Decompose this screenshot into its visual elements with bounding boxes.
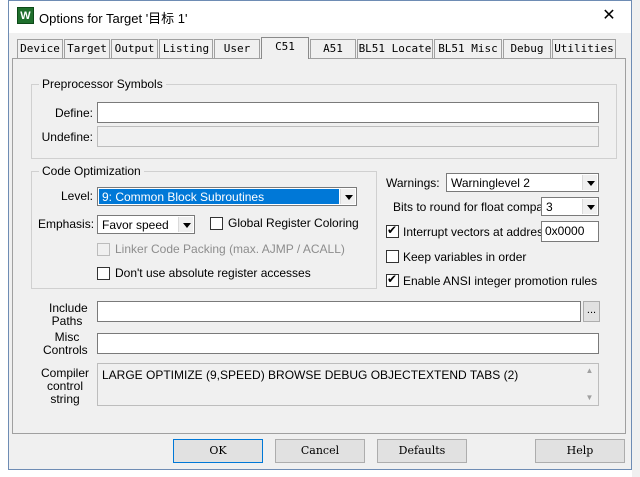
ansi-promotion-label: Enable ANSI integer promotion rules xyxy=(403,274,598,288)
tab-utilities[interactable]: Utilities xyxy=(552,39,616,58)
global-register-checkbox[interactable] xyxy=(210,217,223,230)
tab-bl51-locate[interactable]: BL51 Locate xyxy=(357,39,433,58)
tab-strip: Device Target Output Listing User C51 A5… xyxy=(9,37,631,59)
compiler-scrollbar[interactable]: ▲ ▼ xyxy=(582,365,597,404)
compiler-label-line1: Compiler xyxy=(41,366,90,380)
options-dialog: W Options for Target '目标 1' ✕ Device Tar… xyxy=(8,0,632,470)
interrupt-vectors-checkbox[interactable] xyxy=(386,223,399,238)
define-input[interactable] xyxy=(97,102,599,123)
warnings-value: Warninglevel 2 xyxy=(451,176,530,190)
scroll-down-icon[interactable]: ▼ xyxy=(582,392,597,404)
emphasis-select[interactable]: Favor speed xyxy=(97,215,195,234)
warnings-label: Warnings: xyxy=(386,176,440,190)
ok-button[interactable]: OK xyxy=(173,439,263,463)
tab-listing[interactable]: Listing xyxy=(159,39,213,58)
cancel-button[interactable]: Cancel xyxy=(275,439,365,463)
linker-packing-label: Linker Code Packing (max. AJMP / ACALL) xyxy=(115,242,345,256)
warnings-select[interactable]: Warninglevel 2 xyxy=(446,173,599,192)
tab-user[interactable]: User xyxy=(214,39,260,58)
ansi-promotion-checkbox[interactable] xyxy=(386,272,399,287)
include-label-line2: Paths xyxy=(51,314,83,328)
emphasis-label: Emphasis: xyxy=(38,217,95,231)
background-editor-left xyxy=(0,0,8,477)
chevron-down-icon[interactable] xyxy=(582,199,597,214)
no-absolute-register-label: Don't use absolute register accesses xyxy=(115,266,311,280)
level-value: 9: Common Block Subroutines xyxy=(99,189,339,204)
bits-round-select[interactable]: 3 xyxy=(541,197,599,216)
bits-round-label: Bits to round for float compare: xyxy=(393,200,558,214)
level-select[interactable]: 9: Common Block Subroutines xyxy=(97,187,357,206)
tab-output[interactable]: Output xyxy=(111,39,158,58)
global-register-label: Global Register Coloring xyxy=(228,216,359,230)
keep-variables-checkbox[interactable] xyxy=(386,250,399,263)
close-button[interactable]: ✕ xyxy=(599,6,619,26)
compiler-label-line3: string xyxy=(50,392,80,406)
help-button[interactable]: Help xyxy=(535,439,625,463)
code-optimization-group-title: Code Optimization xyxy=(39,164,144,178)
keep-variables-label: Keep variables in order xyxy=(403,250,527,264)
undefine-label: Undefine: xyxy=(41,130,93,144)
chevron-down-icon[interactable] xyxy=(340,189,355,204)
include-paths-input[interactable] xyxy=(97,301,581,322)
interrupt-address-input[interactable]: 0x0000 xyxy=(541,221,599,242)
no-absolute-register-checkbox[interactable] xyxy=(97,267,110,280)
tab-a51[interactable]: A51 xyxy=(310,39,356,58)
linker-packing-checkbox[interactable] xyxy=(97,243,110,256)
compiler-control-text: LARGE OPTIMIZE (9,SPEED) BROWSE DEBUG OB… xyxy=(102,368,519,382)
title-bar[interactable]: W Options for Target '目标 1' ✕ xyxy=(9,1,631,33)
include-label-line1: Include xyxy=(49,301,88,315)
c51-panel: Preprocessor Symbols Define: Undefine: C… xyxy=(12,58,626,434)
misc-label-line2: Controls xyxy=(43,343,88,357)
preprocessor-group: Preprocessor Symbols Define: Undefine: xyxy=(31,77,617,159)
compiler-control-string[interactable]: LARGE OPTIMIZE (9,SPEED) BROWSE DEBUG OB… xyxy=(97,363,599,406)
window-title: Options for Target '目标 1' xyxy=(39,11,188,26)
scroll-up-icon[interactable]: ▲ xyxy=(582,365,597,377)
preprocessor-group-title: Preprocessor Symbols xyxy=(39,77,166,91)
app-icon: W xyxy=(17,7,34,24)
interrupt-vectors-label: Interrupt vectors at address: xyxy=(403,225,553,239)
emphasis-value: Favor speed xyxy=(102,218,169,232)
define-label: Define: xyxy=(54,106,93,120)
defaults-button[interactable]: Defaults xyxy=(377,439,467,463)
bits-round-value: 3 xyxy=(546,200,553,214)
tab-bl51-misc[interactable]: BL51 Misc xyxy=(434,39,502,58)
undefine-input[interactable] xyxy=(97,126,599,147)
level-label: Level: xyxy=(60,189,93,203)
compiler-label-line2: control xyxy=(46,379,84,393)
tab-debug[interactable]: Debug xyxy=(503,39,551,58)
chevron-down-icon[interactable] xyxy=(582,175,597,190)
misc-label-line1: Misc xyxy=(54,330,80,344)
browse-include-button[interactable]: ... xyxy=(583,301,600,322)
chevron-down-icon[interactable] xyxy=(178,217,193,232)
tab-device[interactable]: Device xyxy=(17,39,63,58)
misc-controls-input[interactable] xyxy=(97,333,599,354)
code-optimization-group: Code Optimization Level: 9: Common Block… xyxy=(31,164,377,289)
background-editor-right xyxy=(632,0,640,477)
tab-target[interactable]: Target xyxy=(64,39,110,58)
tab-c51[interactable]: C51 xyxy=(261,37,309,59)
